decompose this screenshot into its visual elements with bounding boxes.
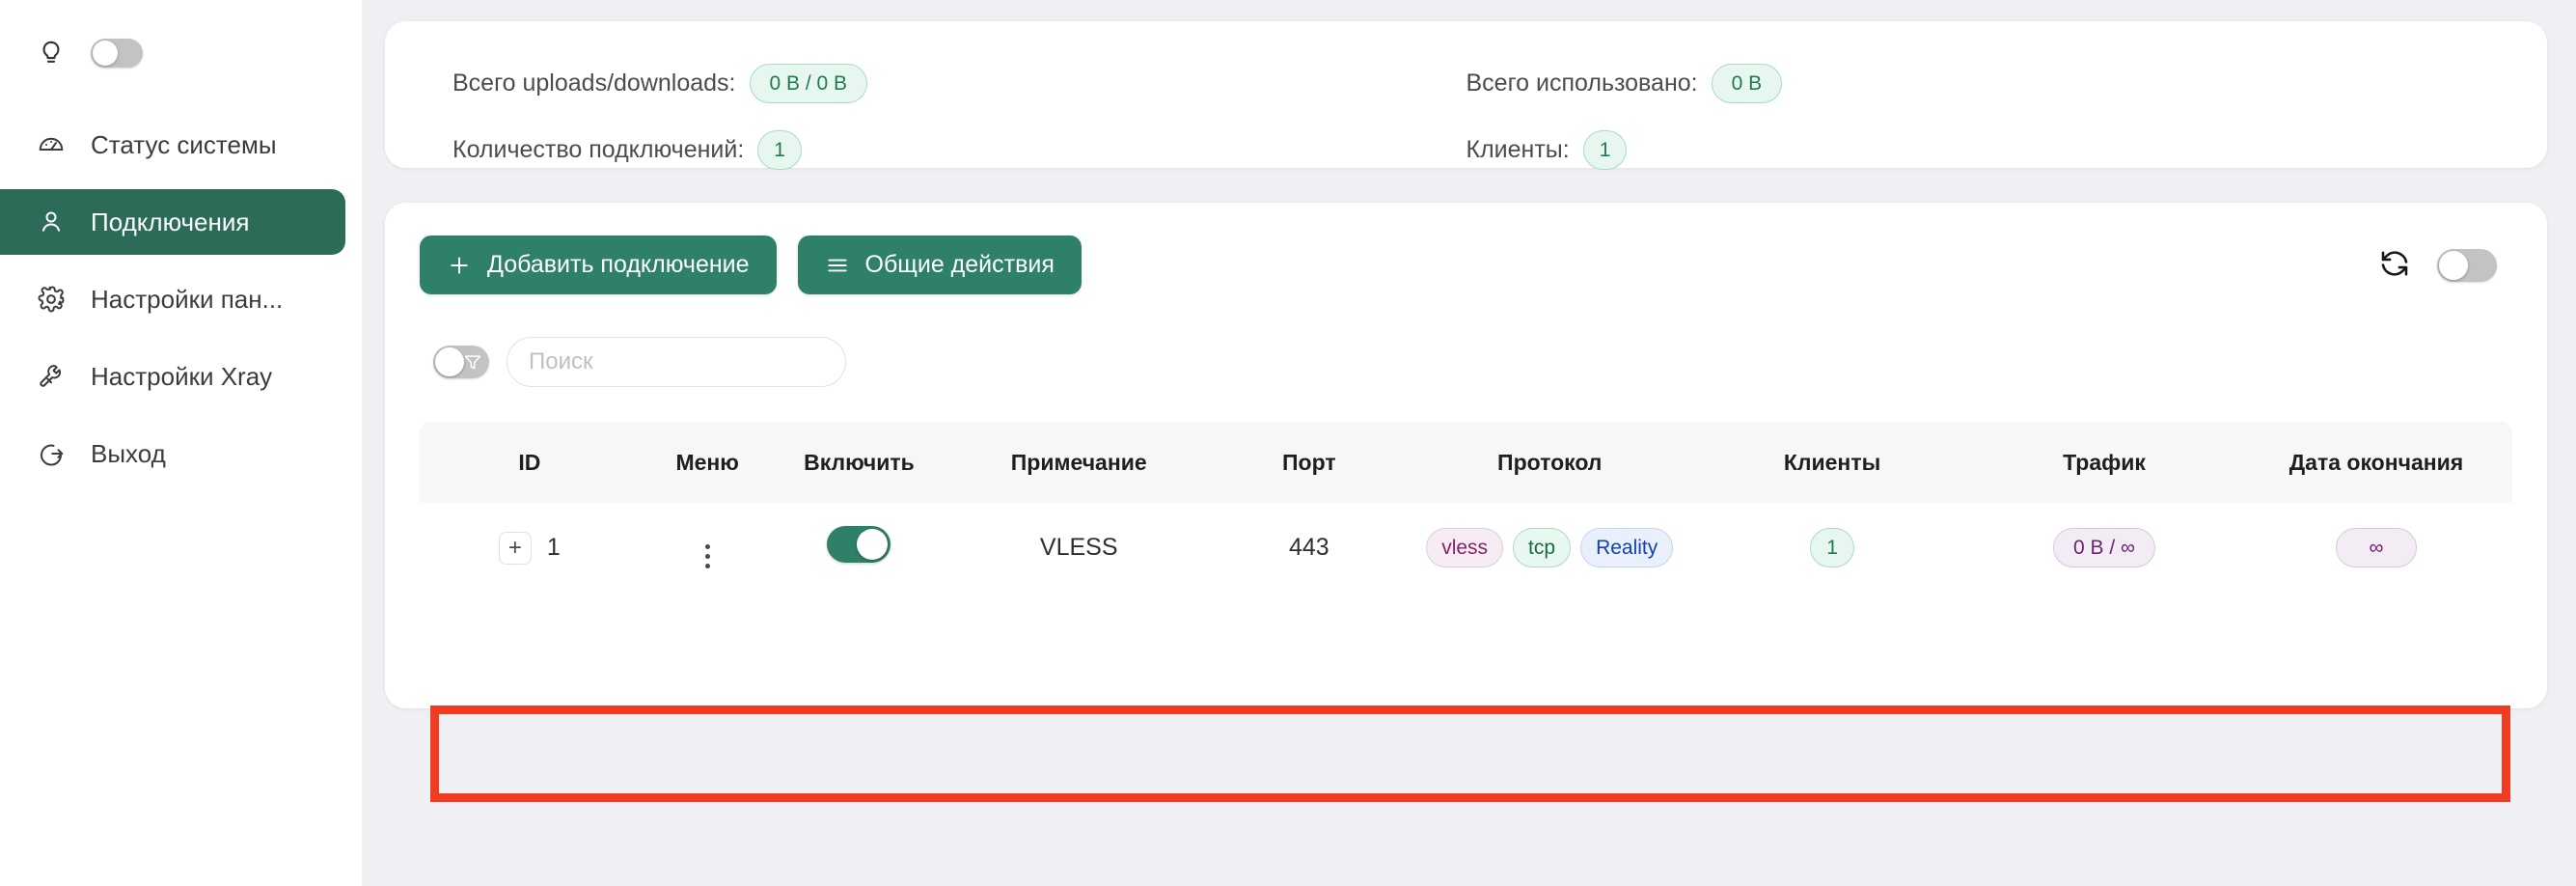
connections-card: Добавить подключение Общие действия Поис…	[385, 203, 2547, 708]
add-connection-button[interactable]: Добавить подключение	[420, 235, 777, 294]
column-header-port[interactable]: Порт	[1215, 422, 1404, 503]
sidebar-item-label: Выход	[91, 439, 166, 468]
row-id-value: 1	[546, 534, 561, 561]
protocol-tag-reality: Reality	[1580, 528, 1674, 568]
cell-menu	[639, 503, 776, 593]
logout-icon	[37, 439, 66, 468]
dashboard-icon	[37, 130, 66, 159]
auto-refresh-toggle[interactable]	[2437, 248, 2497, 282]
sidebar-item-system-status[interactable]: Статус системы	[0, 112, 345, 178]
sidebar-item-label: Настройки Xray	[91, 362, 273, 391]
wrench-icon	[37, 362, 66, 391]
stat-label: Всего использовано:	[1466, 69, 1698, 97]
gear-icon	[37, 285, 66, 314]
cell-port: 443	[1215, 503, 1404, 593]
cell-expiry: ∞	[2240, 503, 2512, 593]
sidebar-item-xray-settings[interactable]: Настройки Xray	[0, 344, 345, 409]
stat-total-used: Всего использовано: 0 B	[1466, 64, 2480, 103]
cell-remark: VLESS	[943, 503, 1216, 593]
row-enable-toggle[interactable]	[827, 526, 891, 563]
stats-grid: Всего uploads/downloads: 0 B / 0 B Всего…	[452, 64, 2480, 170]
column-header-id[interactable]: ID	[420, 422, 640, 503]
vertical-dots-icon[interactable]	[704, 543, 710, 568]
bulk-actions-label: Общие действия	[864, 251, 1055, 278]
expand-row-button[interactable]: +	[498, 531, 532, 565]
stat-label: Всего uploads/downloads:	[452, 69, 736, 97]
sidebar-item-connections[interactable]: Подключения	[0, 189, 345, 255]
protocol-tag-vless: vless	[1426, 528, 1504, 568]
toolbar: Добавить подключение Общие действия	[420, 235, 2512, 294]
refresh-icon[interactable]	[2377, 246, 2412, 284]
connections-table: ID Меню Включить Примечание Порт Протоко…	[420, 422, 2512, 593]
cell-traffic: 0 B / ∞	[1968, 503, 2240, 593]
stat-label: Количество подключений:	[452, 136, 745, 163]
sidebar-item-label: Настройки пан...	[91, 285, 284, 314]
search-input[interactable]	[507, 337, 846, 387]
stats-card: Всего uploads/downloads: 0 B / 0 B Всего…	[385, 21, 2547, 170]
sidebar-nav: Статус системы Подключения Настройки пан…	[0, 112, 362, 486]
stat-value-badge: 0 B	[1711, 64, 1783, 103]
hamburger-icon	[825, 253, 850, 278]
stat-value-badge: 1	[757, 130, 802, 170]
filter-toggle[interactable]	[433, 346, 489, 378]
search-row	[433, 337, 2512, 387]
column-header-remark[interactable]: Примечание	[943, 422, 1216, 503]
column-header-clients[interactable]: Клиенты	[1696, 422, 1969, 503]
column-header-expiry[interactable]: Дата окончания	[2240, 422, 2512, 503]
column-header-enable[interactable]: Включить	[775, 422, 944, 503]
stat-uploads-downloads: Всего uploads/downloads: 0 B / 0 B	[452, 64, 1466, 103]
sidebar-theme-row	[0, 0, 362, 69]
auto-refresh-toggle-knob	[2439, 250, 2468, 280]
plus-icon	[447, 253, 472, 278]
stat-connection-count: Количество подключений: 1	[452, 130, 1466, 170]
cell-protocol: vless tcp Reality	[1403, 503, 1697, 593]
column-header-menu[interactable]: Меню	[639, 422, 776, 503]
stat-value-badge: 0 B / 0 B	[749, 64, 868, 103]
column-header-traffic[interactable]: Трафик	[1968, 422, 2240, 503]
user-icon	[37, 208, 66, 236]
sidebar-item-logout[interactable]: Выход	[0, 421, 345, 486]
bulk-actions-button[interactable]: Общие действия	[797, 235, 1082, 294]
toolbar-right-controls	[2377, 246, 2512, 284]
sidebar-item-label: Подключения	[91, 208, 250, 236]
filter-toggle-knob	[435, 347, 464, 376]
sidebar-item-panel-settings[interactable]: Настройки пан...	[0, 266, 345, 332]
row-enable-toggle-knob	[857, 529, 889, 560]
sidebar-item-label: Статус системы	[91, 130, 277, 159]
theme-toggle-knob	[93, 41, 118, 66]
cell-id: + 1	[420, 503, 640, 593]
protocol-tag-tcp: tcp	[1513, 528, 1572, 568]
app-root: Статус системы Подключения Настройки пан…	[0, 0, 2576, 886]
main-content: Всего uploads/downloads: 0 B / 0 B Всего…	[362, 0, 2576, 886]
lightbulb-icon	[37, 37, 66, 69]
funnel-icon	[463, 352, 482, 376]
stat-clients: Клиенты: 1	[1466, 130, 2480, 170]
traffic-badge: 0 B / ∞	[2053, 528, 2156, 568]
add-connection-label: Добавить подключение	[487, 251, 750, 278]
cell-enable	[775, 503, 944, 593]
stat-value-badge: 1	[1582, 130, 1628, 170]
stat-label: Клиенты:	[1466, 136, 1570, 163]
sidebar: Статус системы Подключения Настройки пан…	[0, 0, 362, 886]
table-row[interactable]: + 1 VLESS 443 vless tcp Reality 1 0 B / …	[420, 503, 2512, 593]
theme-toggle[interactable]	[91, 39, 143, 68]
expiry-badge: ∞	[2335, 528, 2418, 568]
column-header-protocol[interactable]: Протокол	[1403, 422, 1697, 503]
clients-badge: 1	[1810, 528, 1854, 568]
table-header-row: ID Меню Включить Примечание Порт Протоко…	[420, 422, 2512, 503]
cell-clients: 1	[1696, 503, 1969, 593]
